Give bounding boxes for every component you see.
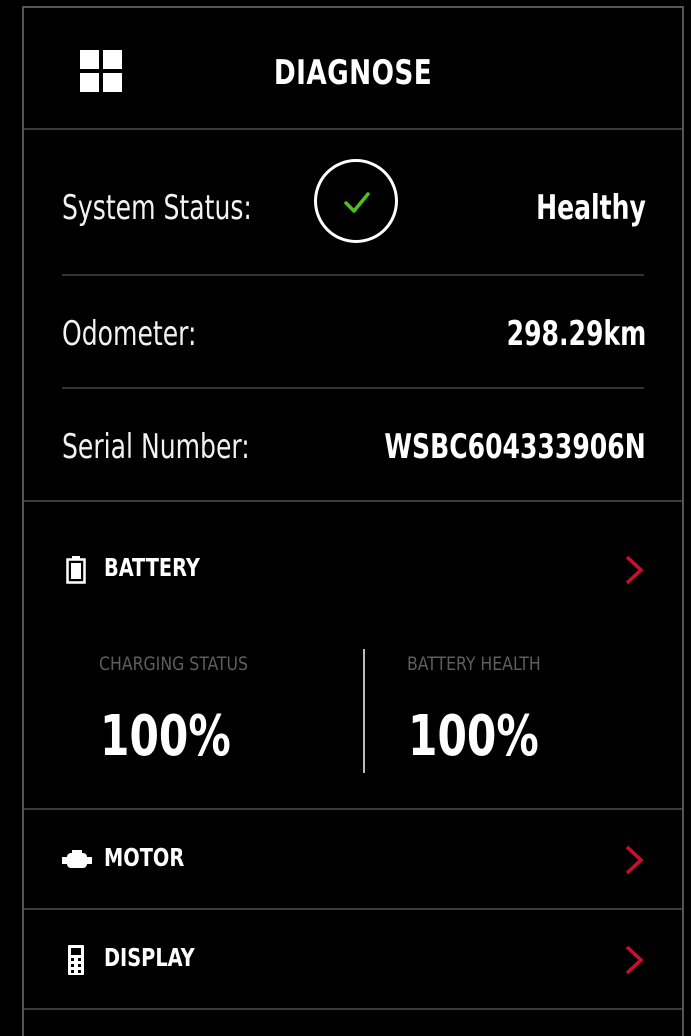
section-divider — [24, 908, 682, 910]
chevron-right-icon[interactable] — [622, 844, 646, 876]
diagnose-screen: DIAGNOSE System Status: Healthy Odometer… — [22, 6, 684, 1036]
chevron-right-icon[interactable] — [622, 944, 646, 976]
section-divider — [24, 808, 682, 810]
odometer-value: 298.29km — [506, 314, 646, 354]
system-status-label: System Status: — [62, 188, 252, 228]
serial-number-value: WSBC604333906N — [384, 427, 646, 467]
display-section-header[interactable]: DISPLAY — [24, 930, 682, 990]
section-divider — [24, 500, 682, 502]
metric-divider — [363, 649, 365, 773]
charging-status-label: CHARGING STATUS — [99, 653, 248, 675]
odometer-label: Odometer: — [62, 314, 197, 354]
battery-health-label: BATTERY HEALTH — [407, 653, 541, 675]
display-label: DISPLAY — [104, 943, 195, 972]
row-divider — [62, 274, 644, 276]
page-title: DIAGNOSE — [273, 53, 433, 93]
battery-icon — [62, 556, 92, 584]
system-status-value: Healthy — [536, 188, 646, 228]
motor-section-header[interactable]: MOTOR — [24, 830, 682, 890]
battery-section-header[interactable]: BATTERY — [24, 540, 682, 600]
battery-health-value: 100% — [408, 704, 539, 769]
serial-number-label: Serial Number: — [62, 427, 250, 467]
display-icon — [62, 945, 92, 975]
section-divider — [24, 1008, 682, 1010]
charging-status-value: 100% — [100, 704, 231, 769]
row-divider — [62, 387, 644, 389]
chevron-right-icon[interactable] — [622, 554, 646, 586]
motor-icon — [62, 846, 92, 874]
check-circle-icon — [314, 159, 398, 243]
header-divider — [24, 128, 682, 130]
battery-label: BATTERY — [104, 553, 200, 582]
motor-label: MOTOR — [104, 843, 185, 872]
